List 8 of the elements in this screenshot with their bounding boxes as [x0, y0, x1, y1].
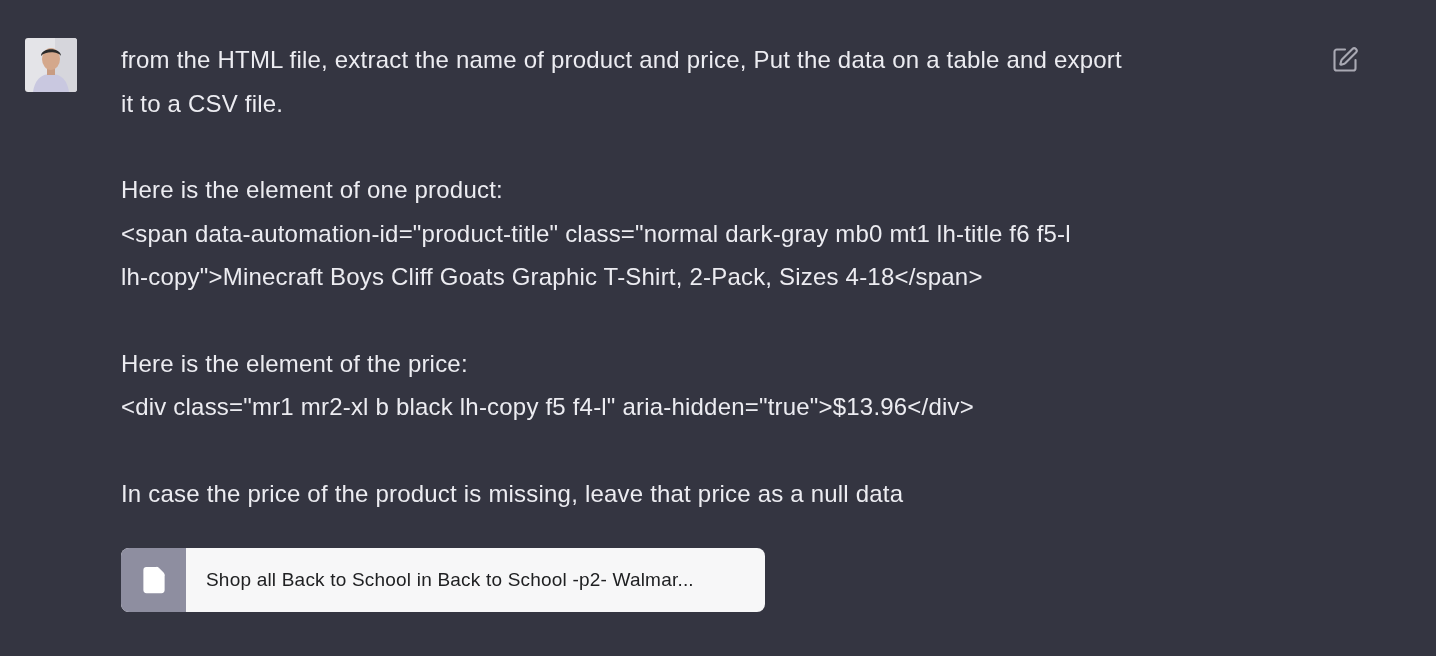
edit-icon	[1331, 46, 1359, 74]
message-text: from the HTML file, extract the name of product and price, Put the data on a table and export it to a CSV file.	[121, 45, 1122, 119]
file-attachment[interactable]: Shop all Back to School in Back to School -p2- Walmar...	[121, 548, 765, 612]
edit-button[interactable]	[1331, 46, 1359, 74]
message-text: Here is the element of the price: <div class="mr1 mr2-xl b black lh-copy f5 f4-l" aria-hidden="true">$13.96</div>	[121, 348, 974, 422]
message-text: In case the price of the product is missing, leave that price as a null data	[121, 478, 904, 509]
message-text: Here is the element of one product: <span data-automation-id="product-title" class="normal dark-gray mb0 mt1 lh-title f6 f5-l lh-copy">Minecraft Boys Cliff Goats Graphic T-Shirt, 2-Pack, Sizes 4-18</span>	[121, 175, 1071, 292]
file-name: Shop all Back to School in Back to School -p2- Walmar...	[205, 568, 694, 593]
